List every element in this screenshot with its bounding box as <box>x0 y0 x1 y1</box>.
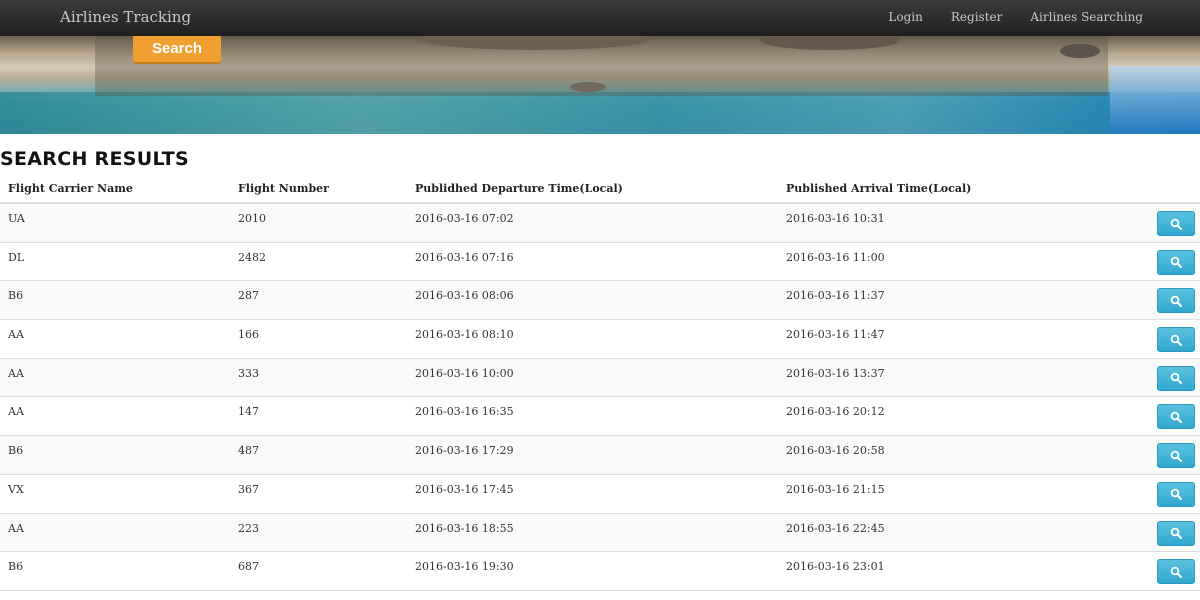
carrier-cell: AA <box>8 405 24 419</box>
departure-cell: 2016-03-16 08:10 <box>415 328 514 342</box>
view-details-button[interactable] <box>1157 559 1195 585</box>
hero-banner: Search <box>0 36 1200 134</box>
carrier-cell: B6 <box>8 560 24 574</box>
flight-number-cell: 367 <box>238 482 259 496</box>
view-details-button[interactable] <box>1157 443 1195 469</box>
search-button[interactable]: Search <box>133 36 221 64</box>
nav-link-register[interactable]: Register <box>951 10 1002 24</box>
nav-link-login[interactable]: Login <box>888 10 922 24</box>
carrier-cell: AA <box>8 328 24 342</box>
table-body: UA 2010 2016-03-16 07:02 2016-03-16 10:31 DL… <box>0 204 1200 591</box>
table-row: AA 147 2016-03-16 16:35 2016-03-16 20:12 <box>0 397 1200 437</box>
table-row: AA 223 2016-03-16 18:55 2016-03-16 22:45 <box>0 513 1200 553</box>
arrival-cell: 2016-03-16 23:01 <box>786 560 885 574</box>
brand-title[interactable]: Airlines Tracking <box>60 8 191 26</box>
arrival-cell: 2016-03-16 11:37 <box>786 289 885 303</box>
search-icon <box>1170 372 1182 385</box>
view-details-button[interactable] <box>1157 211 1195 236</box>
view-details-button[interactable] <box>1157 288 1195 314</box>
flight-number-cell: 2010 <box>238 212 266 225</box>
arrival-cell: 2016-03-16 22:45 <box>786 521 885 535</box>
flight-number-cell: 487 <box>238 444 259 458</box>
search-icon <box>1170 566 1182 578</box>
carrier-cell: UA <box>8 212 25 225</box>
nav-links: Login Register Airlines Searching <box>888 10 1143 24</box>
table-row: B6 487 2016-03-16 17:29 2016-03-16 20:58 <box>0 436 1200 475</box>
arrival-cell: 2016-03-16 11:00 <box>786 250 885 264</box>
search-icon <box>1170 411 1182 423</box>
departure-cell: 2016-03-16 18:55 <box>415 521 514 535</box>
arrival-cell: 2016-03-16 10:31 <box>786 212 885 225</box>
arrival-cell: 2016-03-16 20:12 <box>786 405 885 419</box>
search-icon <box>1170 450 1182 462</box>
search-icon <box>1170 218 1182 230</box>
carrier-cell: B6 <box>8 289 24 303</box>
column-header-departure: Publidhed Departure Time(Local) <box>415 182 623 195</box>
table-row: B6 287 2016-03-16 08:06 2016-03-16 11:37 <box>0 281 1200 321</box>
departure-cell: 2016-03-16 16:35 <box>415 405 514 419</box>
table-row: VX 367 2016-03-16 17:45 2016-03-16 21:15 <box>0 474 1200 514</box>
flight-number-cell: 2482 <box>238 250 266 264</box>
carrier-cell: B6 <box>8 444 24 458</box>
view-details-button[interactable] <box>1157 404 1195 430</box>
column-header-flight-number: Flight Number <box>238 182 329 195</box>
column-header-arrival: Published Arrival Time(Local) <box>786 182 972 195</box>
table-row: B6 687 2016-03-16 19:30 2016-03-16 23:01 <box>0 552 1200 591</box>
view-details-button[interactable] <box>1157 327 1195 353</box>
column-header-carrier: Flight Carrier Name <box>8 182 133 195</box>
search-icon <box>1170 334 1182 346</box>
table-row: UA 2010 2016-03-16 07:02 2016-03-16 10:31 <box>0 204 1200 243</box>
departure-cell: 2016-03-16 08:06 <box>415 289 514 303</box>
arrival-cell: 2016-03-16 21:15 <box>786 482 885 496</box>
departure-cell: 2016-03-16 10:00 <box>415 366 514 380</box>
view-details-button[interactable] <box>1157 481 1195 507</box>
departure-cell: 2016-03-16 17:45 <box>415 482 514 496</box>
departure-cell: 2016-03-16 07:02 <box>415 212 514 225</box>
table-header: Flight Carrier Name Flight Number Publid… <box>0 175 1200 204</box>
view-details-button[interactable] <box>1157 249 1195 275</box>
flight-number-cell: 687 <box>238 560 259 574</box>
table-row: AA 166 2016-03-16 08:10 2016-03-16 11:47 <box>0 320 1200 359</box>
view-details-button[interactable] <box>1157 365 1195 391</box>
carrier-cell: AA <box>8 521 24 535</box>
carrier-cell: DL <box>8 250 25 264</box>
flight-number-cell: 287 <box>238 289 259 303</box>
top-navbar: Airlines Tracking Login Register Airline… <box>0 0 1200 36</box>
search-icon <box>1170 527 1182 539</box>
carrier-cell: AA <box>8 366 24 380</box>
departure-cell: 2016-03-16 17:29 <box>415 444 514 458</box>
flight-number-cell: 166 <box>238 328 259 342</box>
search-icon <box>1170 295 1182 307</box>
arrival-cell: 2016-03-16 20:58 <box>786 444 885 458</box>
nav-link-airlines-searching[interactable]: Airlines Searching <box>1030 10 1143 24</box>
flight-number-cell: 147 <box>238 405 259 419</box>
departure-cell: 2016-03-16 07:16 <box>415 250 514 264</box>
results-title: SEARCH RESULTS <box>0 148 189 170</box>
departure-cell: 2016-03-16 19:30 <box>415 560 514 574</box>
search-icon <box>1170 256 1182 269</box>
flight-number-cell: 223 <box>238 521 259 535</box>
table-row: AA 333 2016-03-16 10:00 2016-03-16 13:37 <box>0 358 1200 398</box>
results-table: Flight Carrier Name Flight Number Publid… <box>0 175 1200 591</box>
flight-number-cell: 333 <box>238 366 259 380</box>
search-panel <box>95 36 1108 96</box>
carrier-cell: VX <box>8 482 24 496</box>
arrival-cell: 2016-03-16 11:47 <box>786 328 885 342</box>
water-background <box>1110 66 1200 134</box>
arrival-cell: 2016-03-16 13:37 <box>786 366 885 380</box>
table-row: DL 2482 2016-03-16 07:16 2016-03-16 11:00 <box>0 242 1200 282</box>
search-icon <box>1170 489 1182 501</box>
water-background <box>0 92 1200 134</box>
view-details-button[interactable] <box>1157 520 1195 546</box>
